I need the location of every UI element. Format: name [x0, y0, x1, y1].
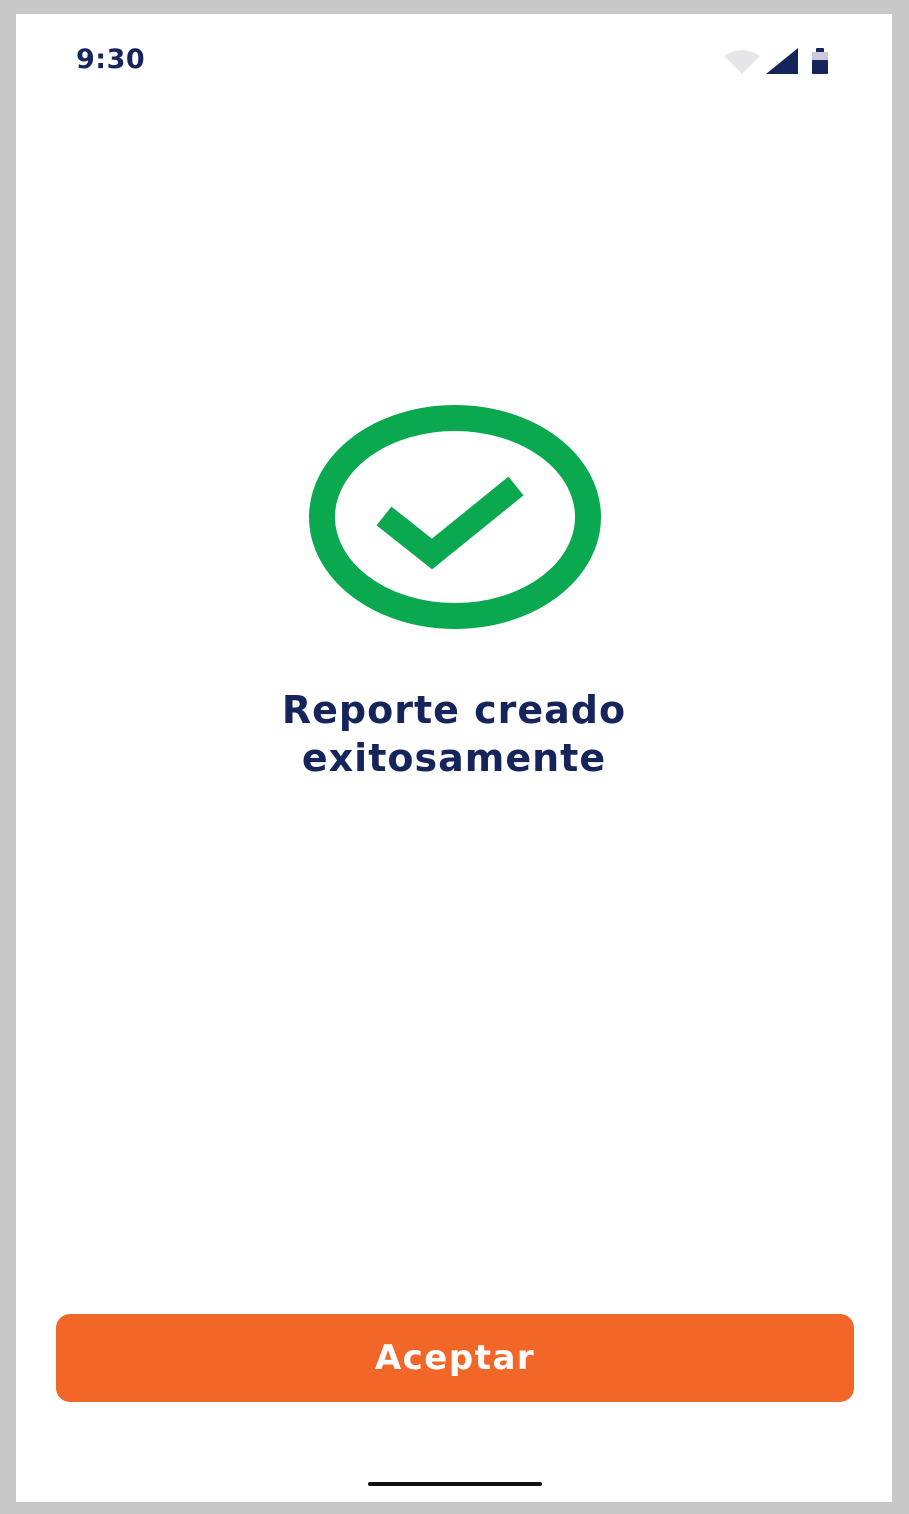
success-message: Reporte creado exitosamente	[154, 686, 754, 782]
status-time: 9:30	[76, 44, 146, 75]
success-message-line-2: exitosamente	[301, 736, 607, 780]
wifi-icon	[724, 50, 760, 74]
home-indicator[interactable]	[368, 1482, 542, 1486]
battery-icon	[812, 48, 828, 74]
success-message-line-1: Reporte creado	[281, 688, 627, 732]
app-screen: 9:30 Reporte creado exitosamente Aceptar	[16, 14, 892, 1502]
cellular-signal-icon	[766, 48, 798, 74]
device-frame: 9:30 Reporte creado exitosamente Aceptar	[0, 0, 909, 1514]
accept-button[interactable]: Aceptar	[56, 1314, 854, 1402]
status-icons	[724, 48, 828, 74]
check-circle-icon	[309, 405, 601, 629]
